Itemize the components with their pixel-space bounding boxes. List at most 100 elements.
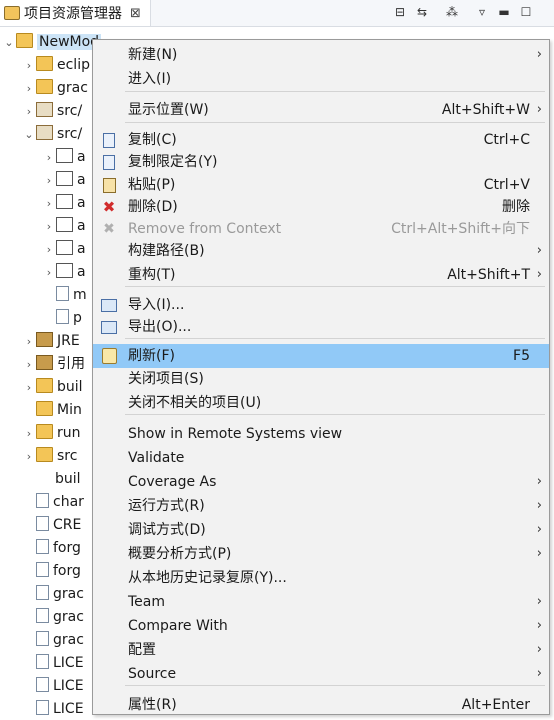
tab-project-explorer[interactable]: 项目资源管理器 ⊠ [0, 0, 151, 26]
menu-item[interactable]: Compare With › [93, 614, 549, 638]
import-icon [101, 297, 117, 313]
tree-item[interactable]: grac [22, 629, 84, 651]
tree-item-label: src/ [57, 103, 83, 119]
tree-item[interactable]: › buil [22, 376, 83, 398]
pkgs-icon [56, 171, 73, 186]
menu-item[interactable]: 属性(R) Alt+Enter [93, 693, 549, 717]
tree-item[interactable]: › src/ [22, 100, 82, 122]
twisty-icon[interactable]: › [22, 101, 36, 123]
menu-item[interactable]: Validate [93, 446, 549, 470]
menu-item-label: 刷新(F) [128, 348, 175, 364]
menu-item-label: 粘贴(P) [128, 177, 176, 193]
project-explorer-icon [4, 6, 20, 20]
menu-item[interactable]: 概要分析方式(P) › [93, 542, 549, 566]
menu-item[interactable]: 进入(I) [93, 67, 549, 91]
collapse-all-icon[interactable]: ⊟ [392, 4, 408, 20]
menu-item[interactable]: 新建(N) › [93, 43, 549, 67]
twisty-icon[interactable]: › [42, 262, 56, 284]
menu-item[interactable]: 复制(C) Ctrl+C [93, 128, 549, 152]
menu-item[interactable]: 导出(O)... [93, 315, 549, 339]
menu-item[interactable]: ✖ 删除(D) 删除 [93, 195, 549, 219]
tree-item[interactable]: › a [42, 238, 86, 260]
menu-item[interactable]: 重构(T) Alt+Shift+T › [93, 263, 549, 287]
tree-item[interactable]: Min [22, 399, 82, 421]
menu-item[interactable]: Coverage As › [93, 470, 549, 494]
tree-item-label: a [77, 172, 86, 188]
menu-item[interactable]: Source › [93, 662, 549, 686]
twisty-icon[interactable]: ⌄ [22, 124, 36, 146]
menu-item[interactable]: 关闭不相关的项目(U) [93, 391, 549, 415]
menu-item-label: 关闭项目(S) [128, 371, 204, 387]
tree-item[interactable]: forg [22, 537, 81, 559]
menu-item[interactable]: 关闭项目(S) [93, 367, 549, 391]
tree-item[interactable]: CRE [22, 514, 81, 536]
twisty-icon[interactable]: › [42, 216, 56, 238]
menu-item[interactable]: 构建路径(B) › [93, 239, 549, 263]
tree-item-label: a [77, 149, 86, 165]
twisty-icon[interactable]: › [22, 78, 36, 100]
tree-item[interactable]: m [42, 284, 87, 306]
menu-item: ✖ Remove from Context Ctrl+Alt+Shift+向下 [93, 217, 549, 241]
close-view-icon[interactable]: ⊠ [130, 6, 141, 21]
menu-item-label: 属性(R) [128, 697, 177, 713]
menu-item[interactable]: 导入(I)... [93, 293, 549, 317]
submenu-arrow-icon: › [536, 47, 542, 62]
folder-icon [36, 424, 53, 439]
twisty-icon[interactable]: › [22, 446, 36, 468]
file-icon [36, 493, 49, 508]
menu-item[interactable]: 从本地历史记录复原(Y)... [93, 566, 549, 590]
twisty-icon[interactable]: › [42, 239, 56, 261]
menu-item[interactable]: Show in Remote Systems view [93, 422, 549, 446]
submenu-arrow-icon: › [536, 522, 542, 537]
menu-item[interactable]: 运行方式(R) › [93, 494, 549, 518]
menu-item-shortcut: Ctrl+V [483, 177, 530, 193]
tree-item[interactable]: grac [22, 583, 84, 605]
tree-item[interactable]: char [22, 491, 84, 513]
menu-item-label: 运行方式(R) [128, 498, 205, 514]
pkgs-icon [56, 194, 73, 209]
tree-item[interactable]: › a [42, 169, 86, 191]
tree-project-row[interactable]: ⌄ NewMod [2, 31, 102, 54]
menu-item[interactable]: 刷新(F) F5 [93, 344, 549, 368]
twisty-icon[interactable]: › [42, 193, 56, 215]
twisty-icon[interactable]: › [22, 377, 36, 399]
tree-item[interactable]: › run [22, 422, 81, 444]
tree-item[interactable]: LICE [22, 652, 84, 674]
filter-icon[interactable]: ⁂ [444, 4, 460, 20]
tree-item[interactable]: LICE [22, 675, 84, 697]
menu-item[interactable]: 调试方式(D) › [93, 518, 549, 542]
twisty-icon[interactable]: › [22, 354, 36, 376]
tree-item[interactable]: forg [22, 560, 81, 582]
tree-item[interactable]: buil [22, 468, 81, 490]
tree-item[interactable]: › src [22, 445, 77, 467]
tree-item[interactable]: › 引用 [22, 353, 85, 375]
twisty-icon[interactable]: › [42, 147, 56, 169]
tree-item[interactable]: grac [22, 606, 84, 628]
twisty-icon[interactable]: › [22, 55, 36, 77]
tree-item[interactable]: › a [42, 192, 86, 214]
menu-item[interactable]: 显示位置(W) Alt+Shift+W › [93, 98, 549, 122]
view-menu-icon[interactable]: ▿ [474, 4, 490, 20]
twisty-icon[interactable]: › [22, 423, 36, 445]
lib-icon [36, 332, 53, 347]
tree-item[interactable]: › JRE [22, 330, 80, 352]
pkg-icon [36, 102, 53, 117]
link-with-editor-icon[interactable]: ⇆ [414, 4, 430, 20]
tree-item[interactable]: p [42, 307, 82, 329]
tree-item[interactable]: › eclip [22, 54, 90, 76]
tree-item[interactable]: › grac [22, 77, 88, 99]
twisty-icon[interactable]: › [42, 170, 56, 192]
collapse-twisty-icon[interactable]: ⌄ [2, 32, 16, 54]
tree-item[interactable]: ⌄ src/ [22, 123, 82, 145]
menu-item[interactable]: 粘贴(P) Ctrl+V [93, 173, 549, 197]
menu-item[interactable]: Team › [93, 590, 549, 614]
tree-item[interactable]: › a [42, 215, 86, 237]
tree-item[interactable]: › a [42, 261, 86, 283]
maximize-icon[interactable]: ☐ [518, 4, 534, 20]
tree-item[interactable]: › a [42, 146, 86, 168]
minimize-icon[interactable]: ▬ [496, 4, 512, 20]
twisty-icon[interactable]: › [22, 331, 36, 353]
menu-item[interactable]: 配置 › [93, 638, 549, 662]
tree-item[interactable]: LICE [22, 698, 84, 720]
menu-item[interactable]: 复制限定名(Y) [93, 150, 549, 174]
